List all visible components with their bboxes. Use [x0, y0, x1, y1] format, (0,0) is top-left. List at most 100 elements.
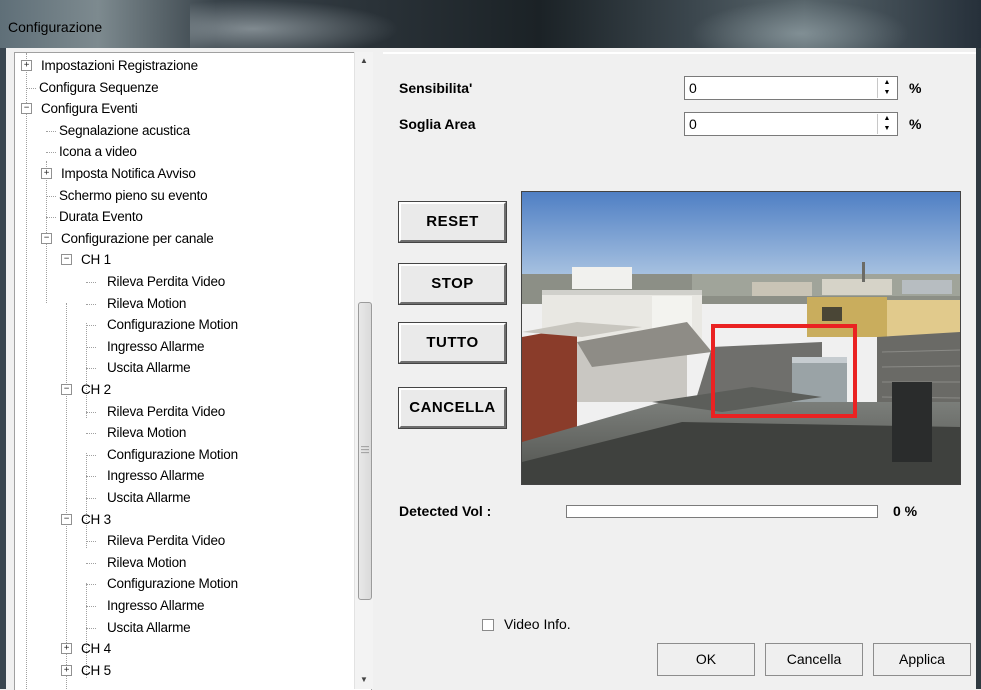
tree-item-label[interactable]: CH 3 [81, 509, 111, 530]
tree-item[interactable]: + Imposta Notifica Avviso [15, 163, 355, 184]
tree-scrollbar[interactable]: ▲ ― ― ― ▼ [354, 52, 373, 689]
tree-item[interactable]: Rileva Motion [15, 552, 355, 573]
scroll-down-arrow-icon[interactable]: ▼ [355, 671, 373, 689]
tree-item[interactable]: Icona a video [15, 141, 355, 162]
tree-item[interactable]: Rileva Perdita Video [15, 530, 355, 551]
tree-collapse-icon[interactable]: − [61, 384, 72, 395]
tree-item-label[interactable]: Uscita Allarme [107, 487, 191, 508]
tree-item-label[interactable]: Ingresso Allarme [107, 336, 205, 357]
video-info-checkbox[interactable] [482, 619, 494, 631]
tree-item[interactable]: − CH 2 [15, 379, 355, 400]
tree-connector [86, 433, 96, 435]
tree-item-label[interactable]: Imposta Notifica Avviso [61, 163, 196, 184]
tree-item[interactable]: Schermo pieno su evento [15, 185, 355, 206]
tree-item[interactable]: Configura Sequenze [15, 77, 355, 98]
tree-item-label[interactable]: Rileva Motion [107, 293, 186, 314]
tree-item[interactable]: Rileva Perdita Video [15, 401, 355, 422]
tree-item[interactable]: Rileva Motion [15, 293, 355, 314]
area-threshold-spin-buttons[interactable]: ▲ ▼ [877, 114, 896, 134]
tree-item[interactable]: Durata Evento [15, 206, 355, 227]
tree-item[interactable]: Configurazione Motion [15, 573, 355, 594]
spin-up-icon[interactable]: ▲ [878, 78, 896, 88]
settings-tree[interactable]: + Impostazioni Registrazione Configura Seq… [14, 52, 372, 690]
spin-down-icon[interactable]: ▼ [878, 88, 896, 98]
tree-item-label[interactable]: Rileva Perdita Video [107, 271, 225, 292]
tree-item-label[interactable]: CH 5 [81, 660, 111, 681]
tree-item-label[interactable]: Rileva Perdita Video [107, 530, 225, 551]
tree-item[interactable]: Ingresso Allarme [15, 336, 355, 357]
tree-item-label[interactable]: Uscita Allarme [107, 617, 191, 638]
tree-item-label[interactable]: CH 1 [81, 249, 111, 270]
tree-item[interactable]: − CH 3 [15, 509, 355, 530]
tree-item-label[interactable]: Configurazione Motion [107, 444, 238, 465]
tree-item[interactable]: Rileva Perdita Video [15, 271, 355, 292]
tree-collapse-icon[interactable]: − [21, 103, 32, 115]
tree-item-label[interactable]: Configurazione per canale [61, 228, 214, 249]
clear-button[interactable]: CANCELLA [398, 387, 507, 429]
tree-collapse-icon[interactable]: − [41, 232, 52, 244]
tree-item-label[interactable]: CH 4 [81, 638, 111, 659]
tree-item-label[interactable]: Configura Sequenze [39, 77, 159, 98]
area-threshold-value[interactable]: 0 [689, 116, 697, 132]
sensitivity-label: Sensibilita' [399, 80, 473, 96]
tree-connector [86, 346, 96, 348]
tree-expand-icon[interactable]: + [21, 60, 32, 71]
tree-item-label[interactable]: Configura Eventi [41, 98, 138, 119]
tree-item[interactable]: Configurazione Motion [15, 314, 355, 335]
all-button[interactable]: TUTTO [398, 322, 507, 364]
tree-item-label[interactable]: Impostazioni Registrazione [41, 55, 198, 76]
motion-region-box[interactable] [711, 324, 857, 418]
tree-item-label[interactable]: Ingresso Allarme [107, 465, 205, 486]
tree-item-label[interactable]: Segnalazione acustica [59, 120, 190, 141]
tree-item[interactable]: + CH 5 [15, 660, 355, 681]
tree-item-label[interactable]: Icona a video [59, 141, 137, 162]
tree-item-label[interactable]: Uscita Allarme [107, 357, 191, 378]
tree-item-label[interactable]: CH 2 [81, 379, 111, 400]
window-frame-right [976, 48, 981, 689]
tree-item[interactable]: − Configura Eventi [15, 98, 355, 119]
tree-item-label[interactable]: Durata Evento [59, 206, 143, 227]
tree-item-label[interactable]: Rileva Motion [107, 422, 186, 443]
tree-item-label[interactable]: Schermo pieno su evento [59, 185, 208, 206]
tree-item-label[interactable]: Ingresso Allarme [107, 595, 205, 616]
tree-connector [46, 152, 56, 154]
scroll-grip-icon: ― ― ― [361, 442, 369, 457]
tree-item[interactable]: − Configurazione per canale [15, 228, 355, 249]
scroll-up-arrow-icon[interactable]: ▲ [355, 52, 373, 70]
tree-item[interactable]: Configurazione Motion [15, 444, 355, 465]
tree-item-label[interactable]: Configurazione Motion [107, 314, 238, 335]
tree-item[interactable]: Uscita Allarme [15, 357, 355, 378]
tree-item[interactable]: Ingresso Allarme [15, 595, 355, 616]
tree-item[interactable]: Uscita Allarme [15, 617, 355, 638]
ok-button[interactable]: OK [657, 643, 755, 676]
title-bar-glass [190, 0, 400, 48]
tree-expand-icon[interactable]: + [41, 168, 52, 179]
tree-expand-icon[interactable]: + [61, 664, 72, 676]
tree-expand-icon[interactable]: + [61, 643, 72, 655]
sensitivity-spin-buttons[interactable]: ▲ ▼ [877, 78, 896, 98]
tree-item[interactable]: Segnalazione acustica [15, 120, 355, 141]
tree-collapse-icon[interactable]: − [61, 254, 72, 266]
tree-item[interactable]: Uscita Allarme [15, 487, 355, 508]
tree-item[interactable]: + CH 4 [15, 638, 355, 659]
tree-item[interactable]: Ingresso Allarme [15, 465, 355, 486]
tree-item-label[interactable]: Rileva Motion [107, 552, 186, 573]
area-threshold-spinner[interactable]: 0 ▲ ▼ [684, 112, 898, 136]
sensitivity-spinner[interactable]: 0 ▲ ▼ [684, 76, 898, 100]
tree-connector [86, 498, 96, 499]
spin-down-icon[interactable]: ▼ [878, 124, 896, 134]
video-info-label[interactable]: Video Info. [504, 616, 571, 632]
reset-button[interactable]: RESET [398, 201, 507, 243]
scroll-thumb[interactable]: ― ― ― [358, 302, 372, 600]
cancel-button[interactable]: Cancella [765, 643, 863, 676]
tree-item[interactable]: + Impostazioni Registrazione [15, 55, 355, 76]
spin-up-icon[interactable]: ▲ [878, 114, 896, 124]
sensitivity-value[interactable]: 0 [689, 80, 697, 96]
tree-item-label[interactable]: Rileva Perdita Video [107, 401, 225, 422]
tree-item[interactable]: − CH 1 [15, 249, 355, 270]
apply-button[interactable]: Applica [873, 643, 971, 676]
stop-button[interactable]: STOP [398, 263, 507, 305]
tree-item[interactable]: Rileva Motion [15, 422, 355, 443]
tree-item-label[interactable]: Configurazione Motion [107, 573, 238, 594]
tree-collapse-icon[interactable]: − [61, 513, 72, 525]
